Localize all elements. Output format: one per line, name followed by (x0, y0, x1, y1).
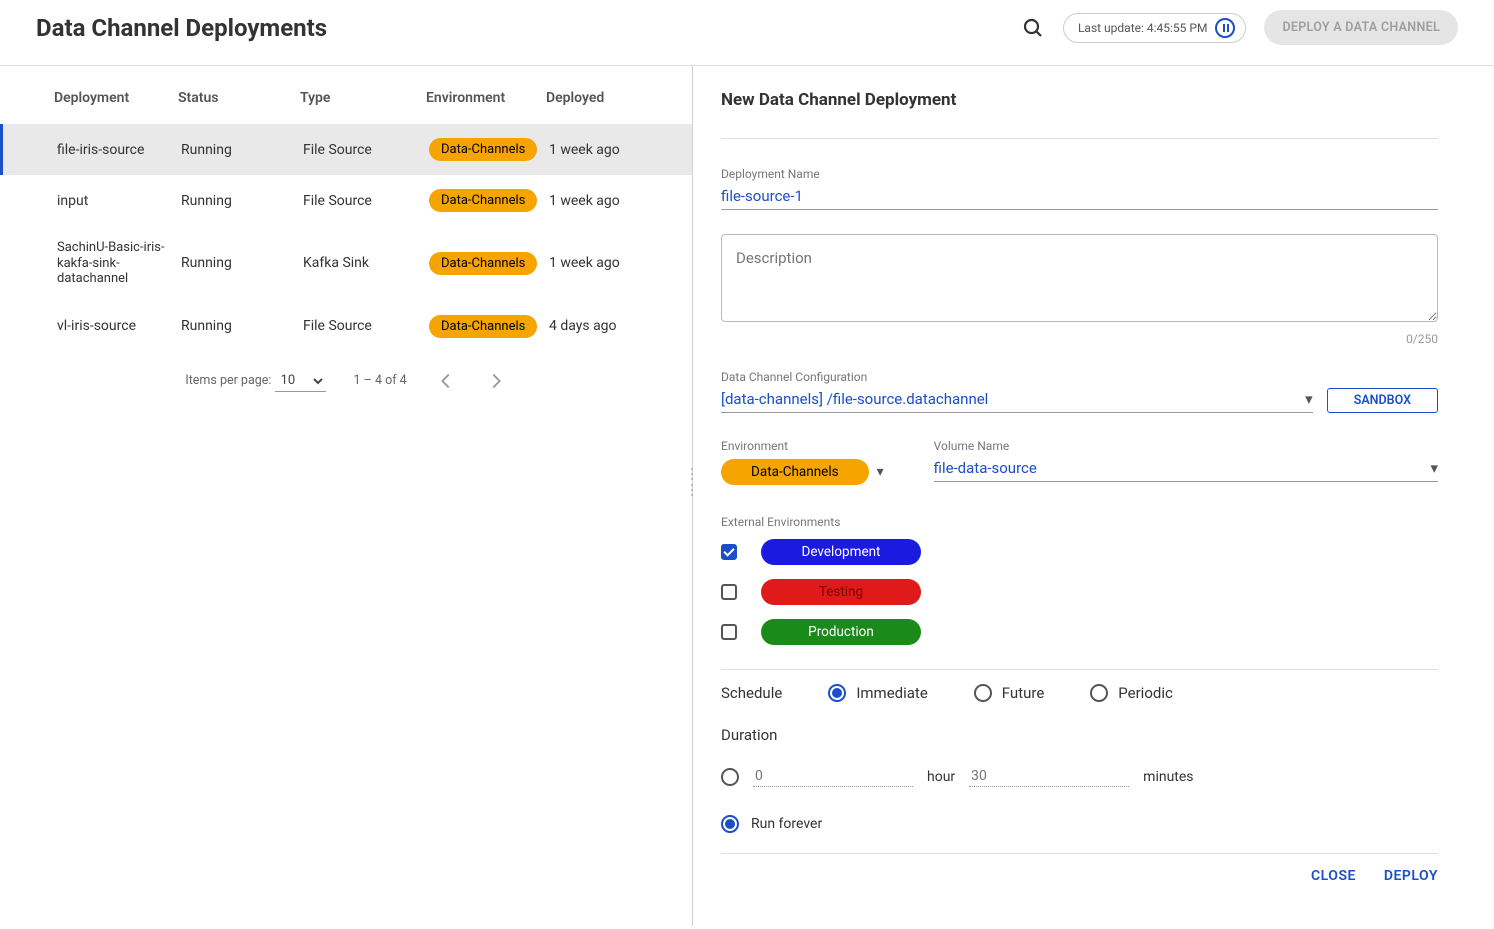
sandbox-button[interactable]: SANDBOX (1327, 388, 1438, 413)
env-pill: Data-Channels (429, 315, 537, 338)
schedule-radio-future[interactable]: Future (974, 684, 1044, 702)
radio-icon (974, 684, 992, 702)
table-header: Deployment Status Type Environment Deplo… (0, 66, 692, 124)
deploy-data-channel-button[interactable]: DEPLOY A DATA CHANNEL (1264, 10, 1458, 45)
deployment-name-label: Deployment Name (721, 167, 1438, 181)
env-pill: Data-Channels (429, 189, 537, 212)
table-row[interactable]: file-iris-source Running File Source Dat… (0, 124, 692, 175)
schedule-label: Schedule (721, 684, 782, 702)
cell-deployed: 1 week ago (549, 193, 669, 209)
last-update-text: Last update: 4:45:55 PM (1078, 21, 1207, 35)
description-textarea[interactable] (721, 234, 1438, 322)
ext-env-badge-testing: Testing (761, 579, 921, 605)
external-envs-label: External Environments (721, 515, 1438, 529)
cell-type: File Source (303, 142, 429, 158)
cell-deployed: 4 days ago (549, 318, 669, 334)
resize-handle[interactable] (688, 466, 696, 498)
config-select[interactable]: [data-channels] /file-source.datachannel… (721, 386, 1313, 413)
chevron-down-icon: ▾ (1430, 459, 1438, 477)
volume-label: Volume Name (934, 439, 1438, 453)
schedule-radio-periodic[interactable]: Periodic (1090, 684, 1173, 702)
table-row[interactable]: SachinU-Basic-iris-kakfa-sink-datachanne… (0, 226, 692, 301)
cell-type: File Source (303, 193, 429, 209)
ext-env-checkbox-production[interactable] (721, 624, 737, 640)
radio-icon (828, 684, 846, 702)
items-per-page-select[interactable]: 10 (275, 370, 326, 392)
cell-type: File Source (303, 318, 429, 334)
page-range: 1 – 4 of 4 (354, 373, 407, 388)
schedule-radio-immediate[interactable]: Immediate (828, 684, 927, 702)
duration-label: Duration (721, 726, 1438, 744)
duration-min-input[interactable] (969, 766, 1129, 787)
table-row[interactable]: input Running File Source Data-Channels … (0, 175, 692, 226)
cell-deployed: 1 week ago (549, 142, 669, 158)
paginator: Items per page: 10 1 – 4 of 4 (0, 352, 692, 392)
cell-status: Running (181, 255, 303, 271)
radio-label: Future (1002, 684, 1044, 702)
duration-min-unit: minutes (1143, 769, 1193, 785)
close-button[interactable]: CLOSE (1311, 868, 1356, 884)
cell-status: Running (181, 193, 303, 209)
cell-env: Data-Channels (429, 252, 549, 275)
chevron-down-icon: ▾ (1305, 390, 1313, 408)
cell-env: Data-Channels (429, 138, 549, 161)
radio-icon (1090, 684, 1108, 702)
duration-hour-input[interactable] (753, 766, 913, 787)
prev-page-icon[interactable] (435, 370, 457, 392)
config-value: [data-channels] /file-source.datachannel (721, 390, 988, 408)
cell-status: Running (181, 142, 303, 158)
table-row[interactable]: vl-iris-source Running File Source Data-… (0, 301, 692, 352)
ext-env-checkbox-testing[interactable] (721, 584, 737, 600)
col-environment: Environment (426, 90, 546, 106)
run-forever-label: Run forever (751, 816, 822, 832)
search-icon[interactable] (1021, 16, 1045, 40)
environment-pill[interactable]: Data-Channels (721, 459, 869, 485)
radio-label: Immediate (856, 684, 927, 702)
items-per-page-label: Items per page: (185, 373, 271, 388)
env-pill: Data-Channels (429, 138, 537, 161)
col-type: Type (300, 90, 426, 106)
deploy-button[interactable]: DEPLOY (1384, 868, 1438, 884)
run-forever-radio[interactable] (721, 815, 739, 833)
cell-deployment: SachinU-Basic-iris-kakfa-sink-datachanne… (57, 240, 181, 287)
radio-label: Periodic (1118, 684, 1173, 702)
ext-env-badge-development: Development (761, 539, 921, 565)
environment-label: Environment (721, 439, 884, 453)
volume-select[interactable]: file-data-source ▾ (934, 455, 1438, 482)
next-page-icon[interactable] (485, 370, 507, 392)
cell-deployment: input (57, 193, 181, 209)
config-label: Data Channel Configuration (721, 370, 1438, 384)
col-deployment: Deployment (54, 90, 178, 106)
col-deployed: Deployed (546, 90, 666, 106)
cell-status: Running (181, 318, 303, 334)
volume-value: file-data-source (934, 459, 1037, 477)
duration-hour-unit: hour (927, 769, 955, 785)
cell-type: Kafka Sink (303, 255, 429, 271)
cell-deployment: vl-iris-source (57, 318, 181, 334)
cell-env: Data-Channels (429, 189, 549, 212)
deployment-name-input[interactable] (721, 183, 1438, 210)
description-char-count: 0/250 (1406, 332, 1438, 346)
duration-radio[interactable] (721, 768, 739, 786)
cell-deployed: 1 week ago (549, 255, 669, 271)
page-title: Data Channel Deployments (36, 14, 327, 42)
env-pill: Data-Channels (429, 252, 537, 275)
col-status: Status (178, 90, 300, 106)
chevron-down-icon[interactable]: ▾ (877, 464, 884, 480)
last-update-pill: Last update: 4:45:55 PM (1063, 13, 1246, 43)
pause-icon[interactable] (1215, 18, 1235, 38)
cell-env: Data-Channels (429, 315, 549, 338)
ext-env-badge-production: Production (761, 619, 921, 645)
cell-deployment: file-iris-source (57, 142, 181, 158)
panel-title: New Data Channel Deployment (721, 90, 1438, 139)
ext-env-checkbox-development[interactable] (721, 544, 737, 560)
